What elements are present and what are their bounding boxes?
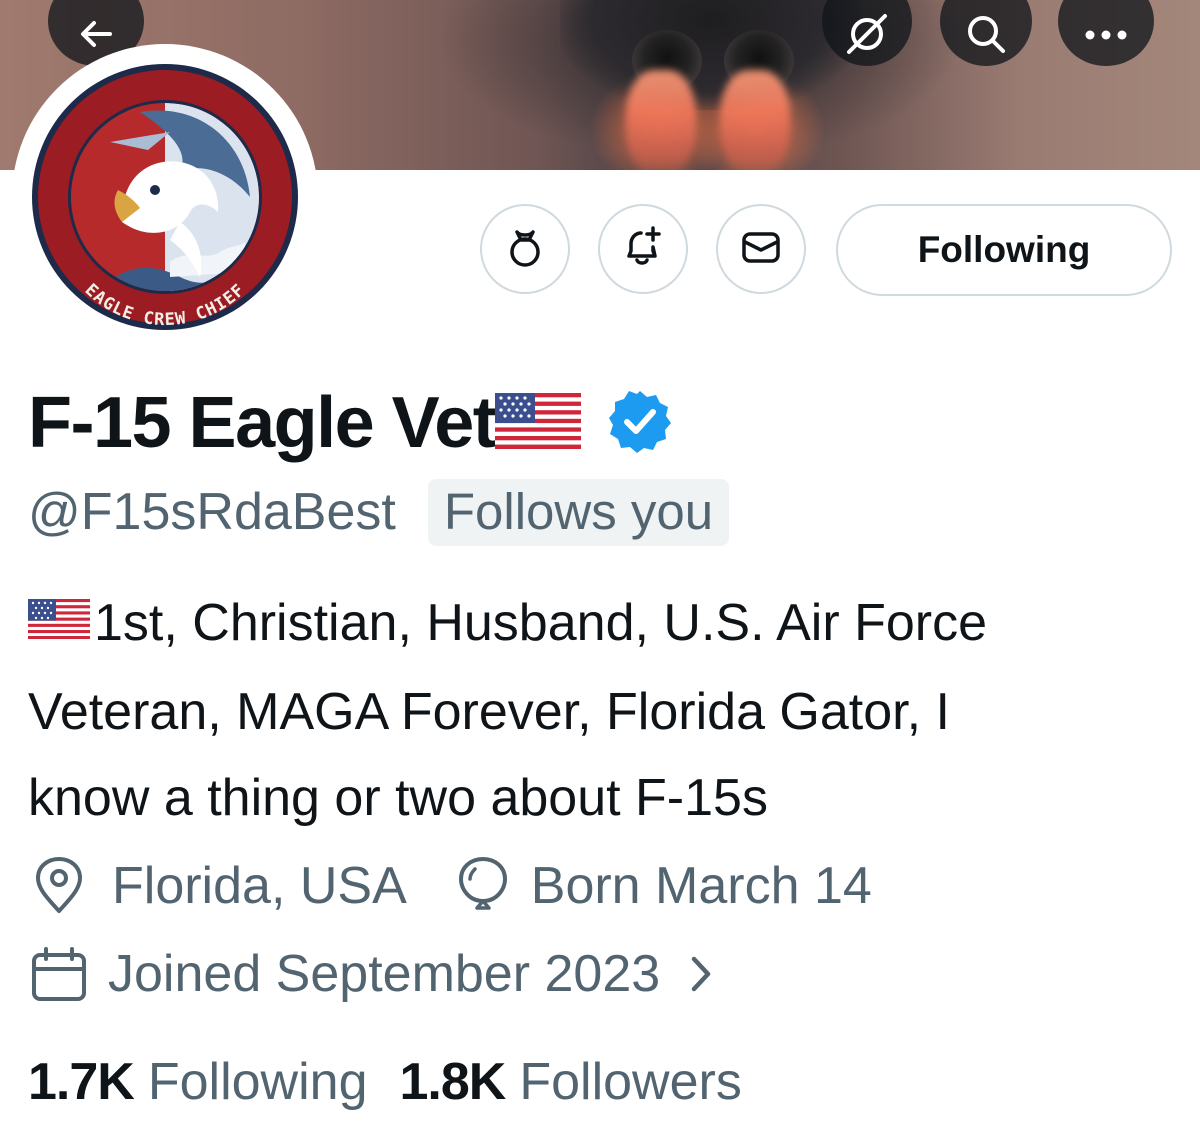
bio-line-2: Veteran, MAGA Forever, Florida Gator, I — [28, 683, 950, 742]
following-stat[interactable]: 1.7K Following — [28, 1052, 368, 1112]
notifications-button[interactable] — [598, 204, 688, 294]
eagle-crew-chief-patch-icon: EAGLE CREW CHIEF — [32, 64, 298, 330]
bio-line-1-text: 1st, Christian, Husband, U.S. Air Force — [94, 594, 988, 652]
bell-plus-icon — [619, 223, 667, 276]
display-name-row: F-15 Eagle Vet — [28, 378, 673, 468]
following-button-label: Following — [917, 229, 1091, 270]
bag-icon — [502, 224, 548, 275]
arrow-left-icon — [76, 0, 116, 54]
balloon-icon — [455, 855, 511, 917]
calendar-icon — [28, 943, 90, 1005]
verified-badge-icon[interactable] — [607, 388, 673, 459]
grok-summary-button[interactable] — [480, 204, 570, 294]
us-flag-emoji-icon — [495, 392, 582, 454]
avatar[interactable]: EAGLE CREW CHIEF — [12, 44, 318, 350]
handle-row: @F15sRdaBest Follows you — [28, 476, 730, 548]
birthday-text: Born March 14 — [530, 857, 872, 915]
banner-flame-left — [626, 70, 696, 170]
bio-line-3: know a thing or two about F-15s — [28, 769, 768, 828]
joined-date[interactable]: Joined September 2023 — [28, 943, 716, 1005]
followers-count: 1.8K — [399, 1053, 507, 1111]
search-icon — [963, 0, 1009, 57]
follows-you-badge: Follows you — [427, 478, 730, 546]
followers-label: Followers — [519, 1053, 742, 1111]
envelope-icon — [738, 224, 784, 275]
followers-stat[interactable]: 1.8K Followers — [400, 1052, 742, 1112]
user-handle: @F15sRdaBest — [28, 483, 396, 541]
location-text: Florida, USA — [112, 857, 407, 915]
chevron-right-icon — [686, 951, 716, 997]
follow-stats: 1.7K Following 1.8K Followers — [28, 1044, 742, 1120]
us-flag-emoji-icon — [28, 579, 90, 665]
profile-meta-row-1: Florida, USA Born March 14 — [28, 846, 872, 926]
profile-bio: 1st, Christian, Husband, U.S. Air Force … — [28, 580, 1178, 841]
following-count: 1.7K — [28, 1053, 135, 1111]
location-pin-icon — [28, 855, 90, 917]
birthday: Born March 14 — [455, 855, 872, 917]
message-button[interactable] — [716, 204, 806, 294]
bio-line-1: 1st, Christian, Husband, U.S. Air Force — [28, 580, 1178, 669]
slash-circle-icon — [845, 0, 889, 56]
following-button[interactable]: Following — [836, 204, 1172, 296]
joined-text: Joined September 2023 — [108, 945, 661, 1003]
location: Florida, USA — [28, 855, 407, 917]
more-horizontal-icon — [1084, 1, 1128, 41]
display-name: F-15 Eagle Vet — [28, 383, 497, 463]
profile-meta-row-2[interactable]: Joined September 2023 — [28, 934, 716, 1014]
following-label: Following — [147, 1053, 368, 1111]
banner-flame-right — [720, 70, 790, 170]
banner-jet — [560, 0, 860, 110]
